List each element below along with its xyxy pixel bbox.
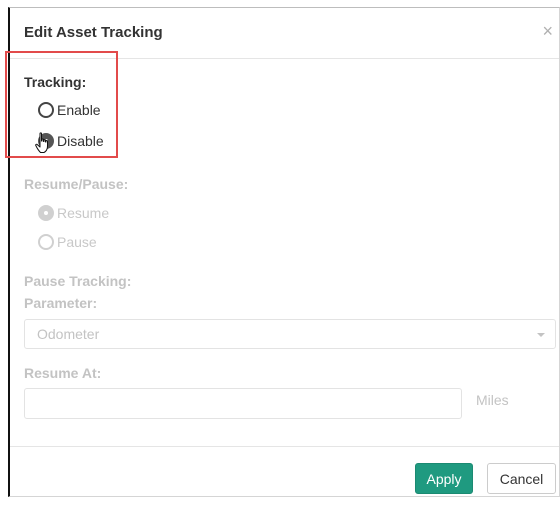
highlight-box (5, 51, 118, 158)
pause-option[interactable]: Pause (38, 234, 97, 250)
footer-divider (10, 446, 559, 447)
cancel-button[interactable]: Cancel (487, 463, 556, 494)
apply-button[interactable]: Apply (415, 463, 473, 494)
pause-tracking-label: Pause Tracking: (24, 273, 132, 289)
resume-at-input[interactable] (24, 388, 462, 419)
parameter-value: Odometer (37, 326, 100, 342)
pause-radio[interactable] (38, 234, 54, 250)
pause-label: Pause (57, 234, 97, 250)
units-label: Miles (476, 392, 509, 408)
resume-pause-label: Resume/Pause: (24, 176, 129, 192)
resume-at-label: Resume At: (24, 365, 102, 381)
resume-radio[interactable] (38, 205, 54, 221)
hand-pointer-icon (35, 132, 48, 153)
chevron-down-icon (537, 333, 545, 337)
close-icon[interactable]: × (542, 22, 553, 40)
parameter-label: Parameter: (24, 295, 98, 311)
dialog-title: Edit Asset Tracking (24, 24, 163, 41)
resume-option[interactable]: Resume (38, 205, 109, 221)
resume-label: Resume (57, 205, 110, 221)
parameter-select[interactable]: Odometer (24, 319, 556, 349)
